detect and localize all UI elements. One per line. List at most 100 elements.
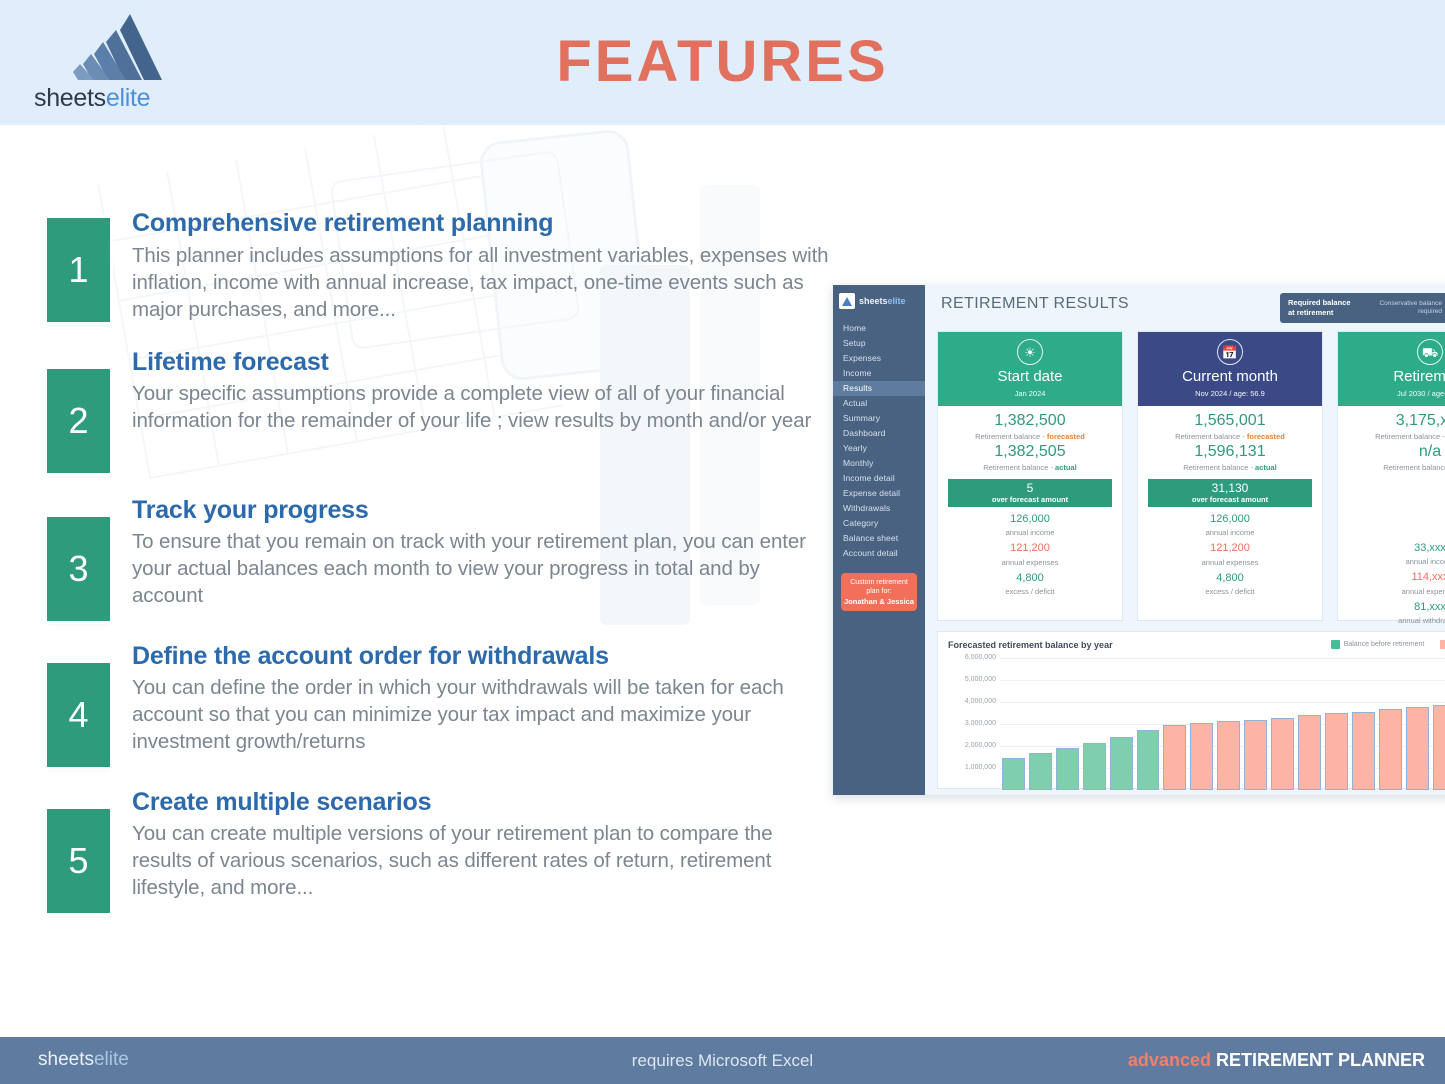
sidebar-item-setup[interactable]: Setup: [833, 336, 925, 351]
annual-income-label: annual income: [1005, 528, 1055, 538]
sidebar-item-account-detail[interactable]: Account detail: [833, 546, 925, 561]
sidebar-item-yearly[interactable]: Yearly: [833, 441, 925, 456]
feature-text-1: Comprehensive retirement planning This p…: [132, 209, 832, 323]
feature-text-5: Create multiple scenarios You can create…: [132, 788, 832, 902]
sidebar-item-home[interactable]: Home: [833, 321, 925, 336]
sidebar-item-actual[interactable]: Actual: [833, 396, 925, 411]
result-card-current-month: 📅 Current month Nov 2024 / age: 56.9 1,5…: [1137, 331, 1323, 621]
chart-bar: [1082, 742, 1106, 790]
feature-number-3: 3: [47, 516, 110, 621]
retirement-chair-icon: ⛟: [1417, 339, 1443, 365]
actual-balance-value: n/a: [1418, 443, 1442, 461]
result-card-subtitle: Jan 2024: [1014, 388, 1046, 398]
over-forecast-banner: 5 over forecast amount: [948, 478, 1112, 507]
actual-balance-label: Retirement balance - actual: [944, 462, 1116, 473]
forecast-balance-label: Retirement balance - forecasted: [1344, 431, 1445, 442]
result-card-title: Start date: [997, 368, 1063, 385]
result-card-title: Current month: [1182, 368, 1278, 385]
sidebar-item-expenses[interactable]: Expenses: [833, 351, 925, 366]
sidebar-item-dashboard[interactable]: Dashboard: [833, 426, 925, 441]
feature-text-4: Define the account order for withdrawals…: [132, 641, 832, 756]
feature-title-4: Define the account order for withdrawals: [132, 641, 609, 670]
chart-bar: [1324, 713, 1348, 790]
footer-product-b: RETIREMENT PLANNER: [1215, 1050, 1425, 1070]
annual-expenses-value: 114,xxx: [1411, 571, 1445, 584]
result-card-start-date: ☀ Start date Jan 2024 1,382,500 Retireme…: [937, 331, 1123, 621]
result-card-header: ☀ Start date Jan 2024: [938, 332, 1122, 406]
forecast-balance-label: Retirement balance - forecasted: [944, 431, 1116, 442]
feature-title-3: Track your progress: [132, 495, 369, 524]
chart-ytick-1000000: 1,000,000: [964, 764, 996, 771]
card-spacer: [1344, 474, 1445, 538]
sidebar-item-monthly[interactable]: Monthly: [833, 456, 925, 471]
feature-desc-2: Your specific assumptions provide a comp…: [132, 382, 812, 433]
forecast-balance-value: 1,565,001: [1194, 412, 1266, 429]
calendar-icon: 📅: [1217, 339, 1243, 365]
footer-product: advanced RETIREMENT PLANNER: [1128, 1050, 1425, 1071]
annual-income-label: annual income: [1405, 556, 1445, 566]
feature-text-2: Lifetime forecast Your specific assumpti…: [132, 347, 832, 435]
chart-ytick-2000000: 2,000,000: [964, 742, 996, 749]
feature-title-2: Lifetime forecast: [132, 347, 329, 376]
chart-plot-area: 6,000,000 5,000,000 4,000,000 3,000,000 …: [938, 654, 1445, 790]
actual-balance-label: Retirement balance - actual: [1344, 462, 1445, 473]
required-balance-label-l1: Required balance: [1288, 298, 1351, 308]
annual-income-value: 126,000: [1210, 512, 1250, 525]
chart-ytick-4000000: 4,000,000: [964, 698, 996, 705]
actual-label-text: Retirement balance -: [983, 463, 1055, 473]
feature-title-1: Comprehensive retirement planning: [132, 209, 554, 237]
sidebar-item-income-detail[interactable]: Income detail: [833, 471, 925, 486]
result-card-subtitle: Nov 2024 / age: 56.9: [1195, 388, 1265, 398]
mockup-page-title: RETIREMENT RESULTS: [941, 295, 1129, 312]
features-list: 1 Comprehensive retirement planning This…: [47, 209, 847, 943]
chart-bars: [1002, 680, 1445, 790]
result-card-retirement: ⛟ Retirement Jul 2030 / age: 62.0 3,175,…: [1337, 331, 1445, 625]
actual-balance-label: Retirement balance - actual: [1144, 462, 1316, 473]
actual-label-text: Retirement balance -: [1183, 463, 1255, 473]
chart-bar: [1271, 717, 1294, 790]
sidebar-item-results[interactable]: Results: [833, 381, 925, 396]
feature-item-5: 5 Create multiple scenarios You can crea…: [47, 788, 847, 913]
sidebar-item-balance-sheet[interactable]: Balance sheet: [833, 531, 925, 546]
legend-label-before: Balance before retirement: [1343, 641, 1425, 648]
sidebar-item-expense-detail[interactable]: Expense detail: [833, 486, 925, 501]
result-card-body: 3,175,xxx Retirement balance - forecaste…: [1338, 406, 1445, 626]
conservative-balance-label-l1: Conservative balance: [1379, 299, 1442, 307]
result-card-subtitle: Jul 2030 / age: 62.0: [1397, 388, 1445, 398]
result-card-body: 1,382,500 Retirement balance - forecaste…: [938, 406, 1122, 598]
sun-icon: ☀: [1017, 339, 1043, 365]
chart-bar: [1405, 706, 1429, 790]
custom-plan-badge-names: Jonathan & Jessica: [843, 596, 915, 606]
mockup-nav: Home Setup Expenses Income Results Actua…: [833, 321, 925, 561]
mockup-logo-word-b: elite: [887, 296, 906, 306]
app-screenshot-mockup: sheetselite Home Setup Expenses Income R…: [833, 285, 1445, 795]
chart-bar: [1163, 725, 1187, 790]
annual-expenses-label: annual expenses: [1001, 557, 1059, 567]
sidebar-item-withdrawals[interactable]: Withdrawals: [833, 501, 925, 516]
annual-income-value: 126,000: [1010, 512, 1050, 525]
sidebar-item-income[interactable]: Income: [833, 366, 925, 381]
mockup-logo-word-a: sheets: [859, 296, 888, 306]
feature-text-3: Track your progress To ensure that you r…: [132, 495, 832, 610]
chart-bar: [1217, 721, 1241, 790]
annual-expenses-value: 121,200: [1210, 542, 1250, 555]
mockup-logo-icon: [839, 293, 855, 309]
chart-bar: [1297, 715, 1321, 790]
custom-plan-badge-line1: Custom retirement: [850, 579, 908, 586]
mockup-main: RETIREMENT RESULTS Required balance at r…: [925, 285, 1445, 795]
chart-bar: [1136, 729, 1160, 790]
chart-bar: [1351, 711, 1375, 790]
feature-number-4: 4: [47, 662, 110, 767]
over-forecast-value: 31,130: [1211, 480, 1249, 495]
sidebar-item-category[interactable]: Category: [833, 516, 925, 531]
actual-label-text: Retirement balance -: [1383, 463, 1445, 473]
excess-deficit-value: 4,800: [1016, 571, 1044, 584]
forecast-label-text: Retirement balance -: [1375, 432, 1445, 441]
forecast-label-em: forecasted: [1246, 432, 1285, 441]
chart-bar: [1002, 758, 1025, 790]
legend-item-after: Balance after retirement: [1440, 640, 1445, 649]
result-card-title: Retirement: [1393, 368, 1445, 385]
over-forecast-label: over forecast amount: [1191, 494, 1269, 504]
required-balance-label: Required balance at retirement: [1288, 298, 1360, 318]
sidebar-item-summary[interactable]: Summary: [833, 411, 925, 426]
